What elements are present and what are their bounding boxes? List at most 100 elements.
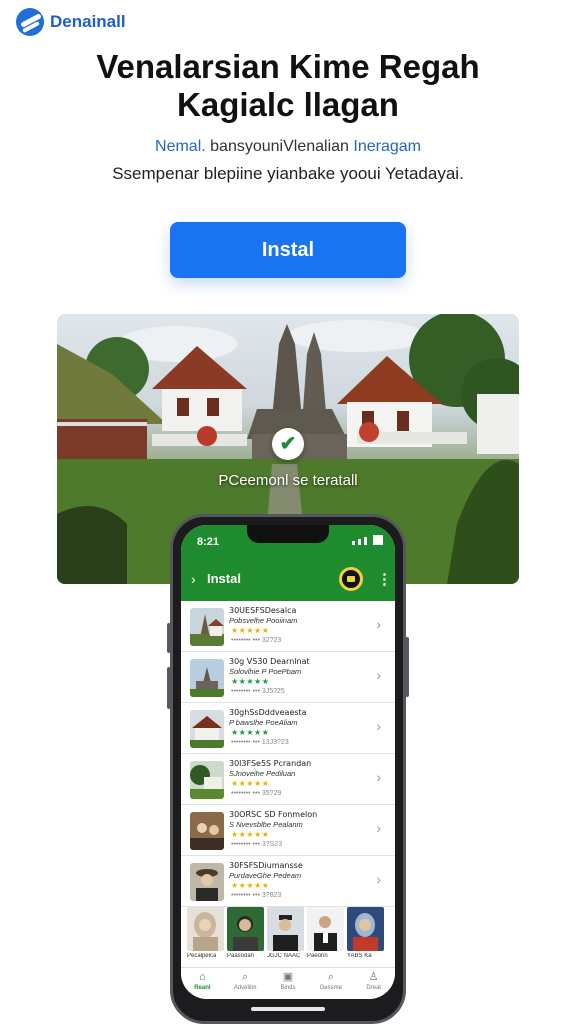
rating-stars: ★★★★★ — [231, 779, 270, 788]
list-item-title: 30l3FSe5S Pcrandan — [229, 759, 312, 768]
image-icon: ▣ — [282, 971, 294, 983]
phone-side-button — [167, 623, 171, 653]
signal-icon — [352, 535, 383, 545]
chevron-right-icon: › — [376, 871, 381, 887]
avatar — [187, 907, 224, 951]
list-item-subtitle: Solovlhie P PoePbam — [229, 667, 302, 676]
hero-caption: PCeemonl se teratall — [218, 472, 358, 489]
people-thumbnail — [190, 812, 224, 850]
temple-thumbnail — [190, 659, 224, 697]
check-glyph: ✔ — [279, 433, 297, 455]
tab-label: Dreal — [366, 985, 381, 991]
subtitle-middle: bansyouniVlenalian — [205, 138, 354, 155]
status-time: 8:21 — [197, 536, 220, 548]
person-caption: YABS Ka — [347, 953, 372, 959]
garden-thumbnail — [190, 761, 224, 799]
list-item-subtitle: P bawslhe PoeAliam — [229, 718, 298, 727]
list-item-title: 30FSFSDiumansse — [229, 861, 303, 870]
list-item-subtitle: PurdaveGhe Pedeam — [229, 871, 302, 880]
chevron-right-icon: › — [376, 667, 381, 683]
install-button[interactable]: Instal — [170, 222, 406, 278]
list-item-subtitle: S Nvevsblhe Pealanm — [229, 820, 303, 829]
list-item-meta: •••••••• ••• 13J3?23 — [231, 739, 289, 746]
app-bar-title: Instal — [207, 571, 241, 586]
phone-mockup: 8:21 › Instal ⋮ 30UESFSDesalca Pobsvelhe… — [167, 514, 409, 1024]
rating-stars: ★★★★★ — [231, 677, 270, 686]
brand-logo-icon — [16, 8, 44, 36]
person-caption: Paeonn — [307, 953, 328, 959]
more-icon[interactable]: ⋮ — [377, 570, 392, 588]
person-card[interactable]: YABS Ka — [347, 907, 384, 963]
app-list: 30UESFSDesalca Pobsvelhe Pooiinam ★★★★★ … — [181, 601, 395, 907]
subtitle-accent: Ineragam — [353, 138, 421, 155]
home-indicator[interactable] — [251, 1007, 325, 1011]
search-icon: ⌕ — [242, 971, 249, 983]
person-card[interactable]: Pecalpelca — [187, 907, 224, 963]
tab-profile[interactable]: ♙ Dreal — [352, 968, 395, 999]
page-title-line-2: Kagialc llagan — [177, 86, 399, 123]
list-item[interactable]: 30ghSsDddveaesta P bawslhe PoeAliam ★★★★… — [181, 703, 395, 754]
chevron-right-icon: › — [376, 820, 381, 836]
check-icon: ✔ — [272, 428, 304, 460]
avatar — [307, 907, 344, 951]
tab-images[interactable]: ▣ Binds — [267, 968, 310, 999]
tab-search[interactable]: ⌕ Adveliim — [224, 968, 267, 999]
brand[interactable]: Denainall — [16, 8, 126, 36]
page-title-line-1: Venalarsian Kime Regah — [96, 48, 480, 85]
search-icon: ⌕ — [327, 971, 334, 983]
person-card[interactable]: JGJC NAAC — [267, 907, 304, 963]
phone-screen: 8:21 › Instal ⋮ 30UESFSDesalca Pobsvelhe… — [181, 525, 395, 999]
list-item[interactable]: 30g VS30 Dearnlnat Solovlhie P PoePbam ★… — [181, 652, 395, 703]
chevron-right-icon: › — [376, 718, 381, 734]
list-item-title: 30g VS30 Dearnlnat — [229, 657, 310, 666]
person-card[interactable]: Paeonn — [307, 907, 344, 963]
profile-icon: ♙ — [368, 971, 379, 983]
bottom-tab-bar: ⌂ Reanl ⌕ Adveliim ▣ Binds ⌕ Gessme ♙ Dr… — [181, 967, 395, 999]
home-icon: ⌂ — [199, 971, 206, 983]
list-item[interactable]: 30FSFSDiumansse PurdaveGhe Pedeam ★★★★★ … — [181, 856, 395, 907]
list-item-title: 30UESFSDesalca — [229, 606, 297, 615]
list-item-subtitle: Pobsvelhe Pooiinam — [229, 616, 298, 625]
house-thumbnail — [190, 710, 224, 748]
person-card[interactable]: Paasodan — [227, 907, 264, 963]
app-bar: › Instal ⋮ — [181, 559, 395, 601]
tab-label: Gessme — [319, 985, 342, 991]
subtitle-lead: Nemal. — [155, 138, 206, 155]
list-item-meta: •••••••• ••• 32?23 — [231, 637, 282, 644]
list-item[interactable]: 30ORSC SD Fonmelon S Nvevsblhe Pealanm ★… — [181, 805, 395, 856]
person-caption: JGJC NAAC — [267, 953, 301, 959]
list-item[interactable]: 30UESFSDesalca Pobsvelhe Pooiinam ★★★★★ … — [181, 601, 395, 652]
phone-side-button — [167, 667, 171, 709]
list-item-title: 30ghSsDddveaesta — [229, 708, 307, 717]
list-item[interactable]: 30l3FSe5S Pcrandan SJnoveihe Pediluan ★★… — [181, 754, 395, 805]
subtitle-secondary: Ssempenar blepiine yianbake yooui Yetada… — [112, 164, 464, 183]
avatar — [227, 907, 264, 951]
rating-stars: ★★★★★ — [231, 830, 270, 839]
avatar — [347, 907, 384, 951]
person-caption: Paasodan — [227, 953, 255, 959]
list-item-meta: •••••••• ••• 3?S23 — [231, 841, 283, 848]
tab-label: Reanl — [194, 985, 211, 991]
list-item-meta: •••••••• ••• 3?823 — [231, 892, 282, 899]
list-item-meta: •••••••• ••• 35?29 — [231, 790, 282, 797]
person-caption: Pecalpelca — [187, 953, 217, 959]
list-item-title: 30ORSC SD Fonmelon — [229, 810, 318, 819]
phone-notch — [247, 525, 329, 543]
rating-stars: ★★★★★ — [231, 626, 270, 635]
chevron-right-icon[interactable]: › — [191, 571, 196, 587]
subtitle: Nemal. bansyouniVlenalian Ineragam — [0, 138, 576, 156]
rating-stars: ★★★★★ — [231, 728, 270, 737]
tab-home[interactable]: ⌂ Reanl — [181, 968, 224, 999]
chevron-right-icon: › — [376, 769, 381, 785]
page-title: Venalarsian Kime Regah Kagialc llagan — [0, 48, 576, 124]
tab-explore[interactable]: ⌕ Gessme — [309, 968, 352, 999]
list-item-subtitle: SJnoveihe Pediluan — [229, 769, 296, 778]
phone-power-button — [405, 637, 409, 697]
tab-label: Binds — [280, 985, 296, 991]
people-strip: Pecalpelca Paasodan JGJC NAAC Paeonn YAB… — [181, 907, 395, 963]
rating-stars: ★★★★★ — [231, 881, 270, 890]
status-bar: 8:21 — [181, 525, 395, 559]
record-badge-icon[interactable] — [339, 567, 363, 591]
avatar — [267, 907, 304, 951]
temple-thumbnail — [190, 608, 224, 646]
